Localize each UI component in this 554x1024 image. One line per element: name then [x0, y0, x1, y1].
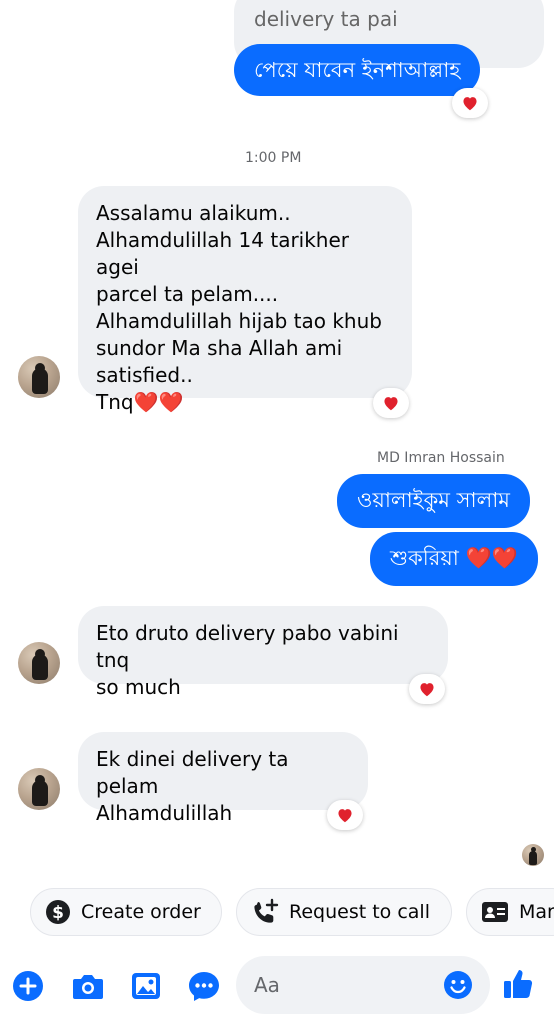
emoji-icon[interactable] [440, 967, 476, 1003]
avatar[interactable] [18, 356, 60, 398]
message-line: Alhamdulillah [96, 801, 233, 825]
heart-reaction[interactable] [409, 674, 445, 704]
request-to-call-button[interactable]: Request to call [236, 888, 452, 936]
received-message-bubble[interactable]: Ek dinei delivery ta pelam Alhamdulillah [78, 732, 368, 825]
message-line: Tnq❤️❤️ [96, 389, 394, 416]
received-message-bubble[interactable]: Eto druto delivery pabo vabini tnq so mu… [78, 606, 448, 699]
heart-icon [384, 397, 398, 411]
heart-reaction[interactable] [373, 388, 409, 418]
message-text: Tnq [96, 390, 134, 414]
phone-plus-icon [251, 898, 279, 926]
message-line: Eto druto delivery pabo vabini tnq [96, 621, 399, 672]
camera-icon[interactable] [70, 968, 106, 1004]
heart-icon [420, 683, 434, 697]
timestamp: 1:00 PM [245, 150, 302, 166]
dollar-icon: $ [45, 899, 71, 925]
mark-label: Mar [519, 901, 554, 923]
sent-message-bubble[interactable]: পেয়ে যাবেন ইনশাআল্লাহ [234, 44, 481, 96]
image-icon[interactable] [128, 968, 164, 1004]
message-line: Ek dinei delivery ta pelam [96, 747, 289, 798]
message-line: parcel ta pelam.... [96, 282, 279, 306]
heart-emoji: ❤️❤️ [465, 546, 518, 570]
heart-reaction[interactable] [327, 800, 363, 830]
heart-emoji: ❤️❤️ [133, 390, 184, 414]
avatar[interactable] [18, 642, 60, 684]
avatar[interactable] [18, 768, 60, 810]
sent-message-bubble[interactable]: ওয়ালাইকুম সালাম [337, 474, 530, 528]
create-order-label: Create order [81, 901, 201, 923]
received-message-bubble[interactable]: Assalamu alaikum.. Alhamdulillah 14 tari… [78, 186, 412, 414]
message-line: Alhamdulillah hijab tao khub [96, 309, 382, 333]
plus-icon[interactable] [10, 968, 46, 1004]
message-input-placeholder: Aa [254, 973, 280, 997]
sent-message-text: পেয়ে যাবেন ইনশাআল্লাহ [254, 58, 461, 82]
message-line: Alhamdulillah 14 tarikher agei [96, 228, 350, 279]
more-chat-icon[interactable] [186, 968, 222, 1004]
contact-card-icon [481, 900, 509, 924]
sent-message-text: শুকরিয়া [390, 546, 459, 570]
mark-button[interactable]: Mar [466, 888, 554, 936]
create-order-button[interactable]: $ Create order [30, 888, 222, 936]
message-line: satisfied.. [96, 363, 193, 387]
svg-text:$: $ [52, 903, 64, 923]
heart-icon [338, 809, 352, 823]
sender-name: MD Imran Hossain [377, 450, 505, 466]
quoted-message-text: delivery ta pai [254, 7, 398, 31]
message-line: Assalamu alaikum.. [96, 201, 291, 225]
message-line: so much [96, 675, 181, 699]
request-to-call-label: Request to call [289, 901, 430, 923]
like-icon[interactable] [500, 966, 536, 1002]
sent-message-text: ওয়ালাইকুম সালাম [357, 488, 510, 512]
sent-message-bubble[interactable]: শুকরিয়া ❤️❤️ [370, 532, 538, 586]
message-line: sundor Ma sha Allah ami [96, 336, 343, 360]
heart-icon [463, 97, 477, 111]
heart-reaction[interactable] [452, 88, 488, 118]
read-receipt-avatar [522, 844, 544, 866]
